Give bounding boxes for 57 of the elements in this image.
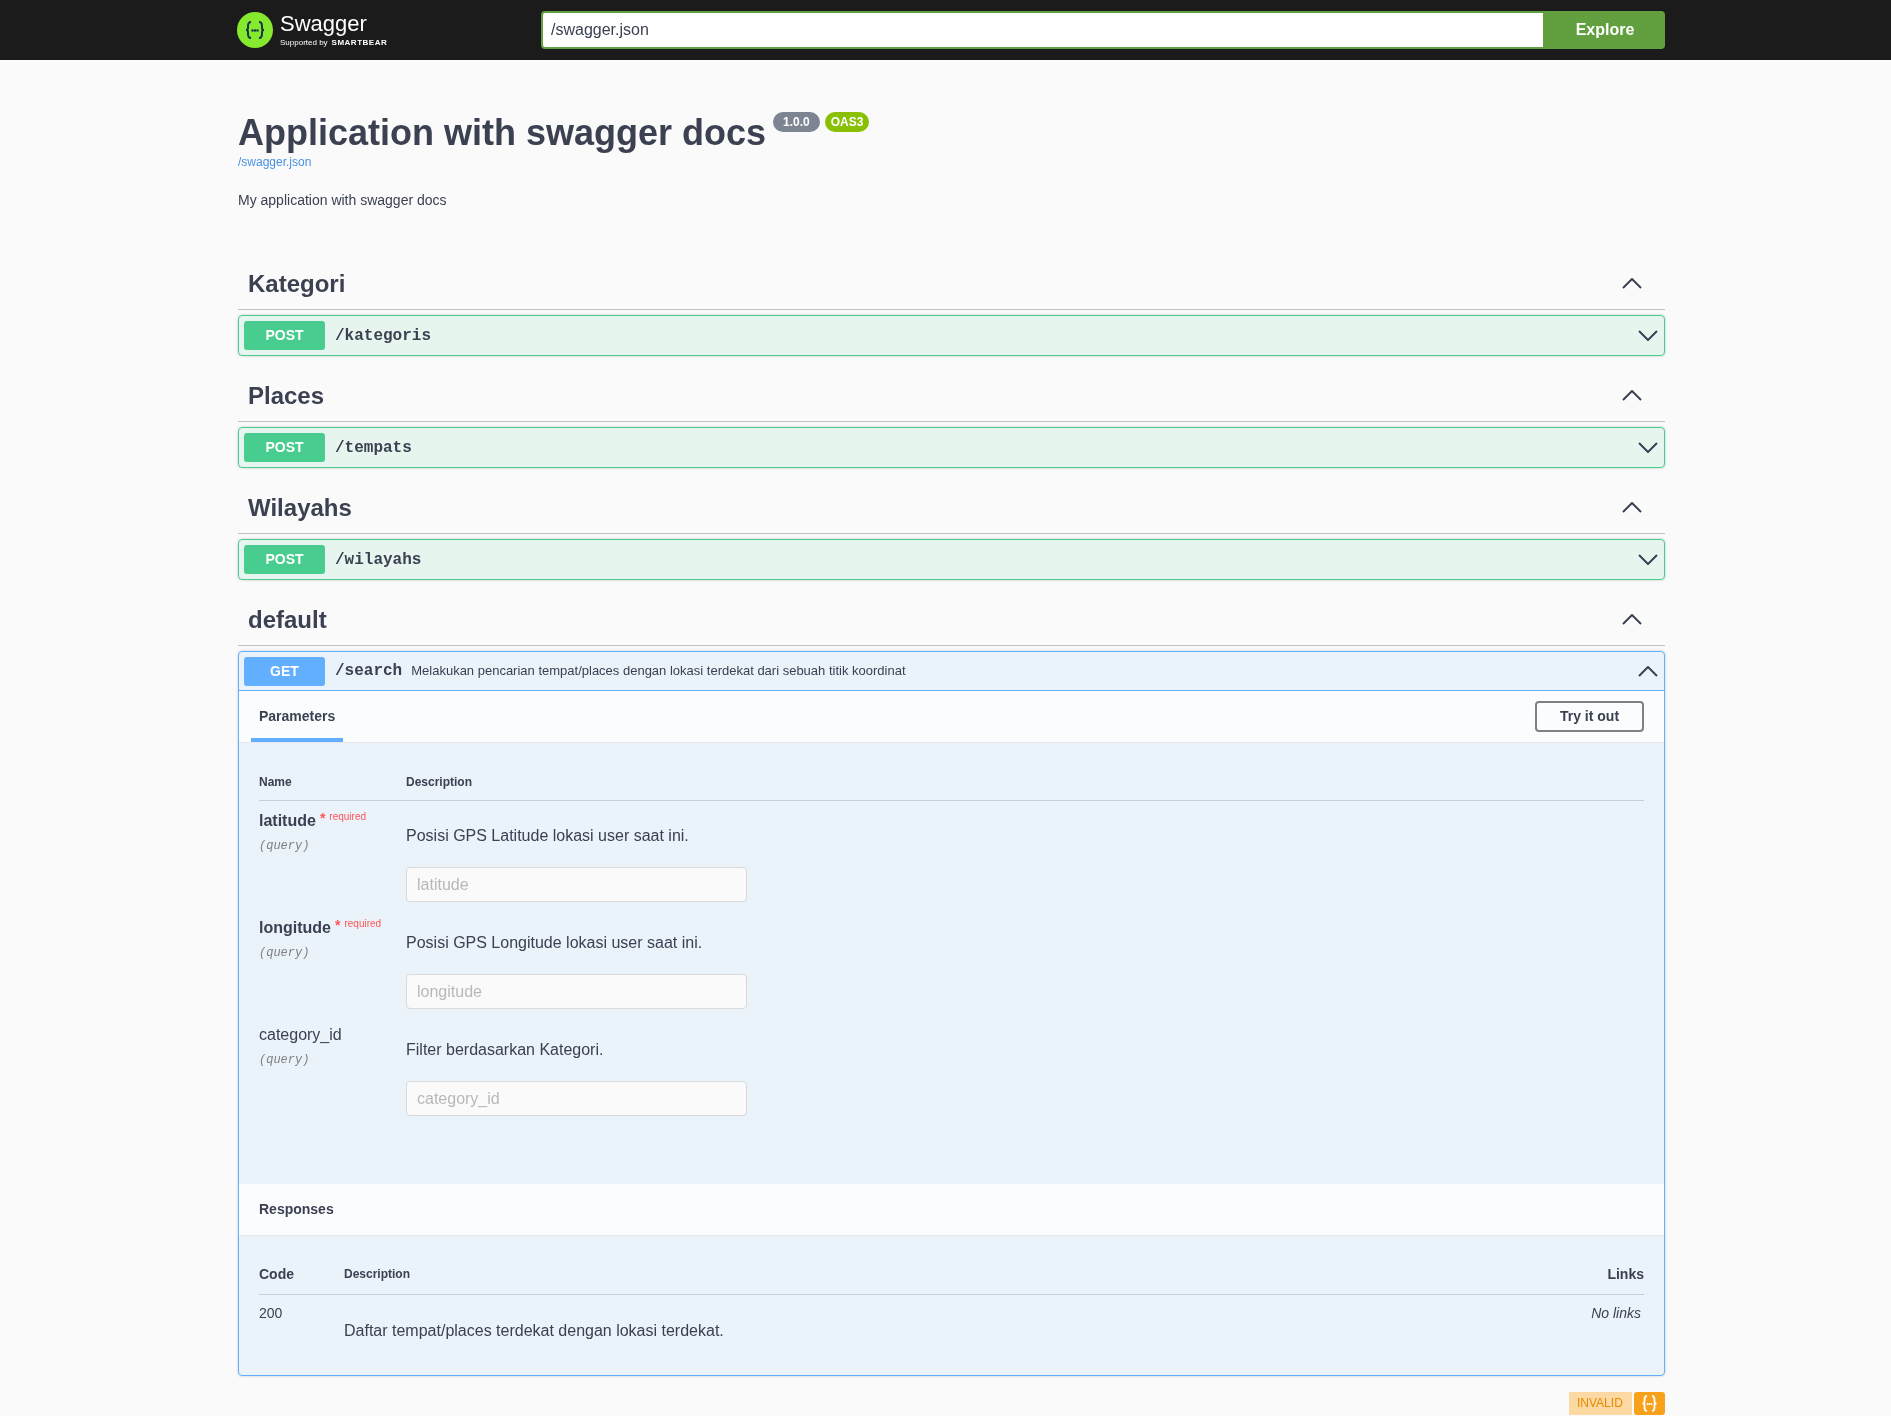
logo-brand: SMARTBEAR (331, 38, 388, 48)
responses-title: Responses (259, 1200, 334, 1219)
endpoint-path[interactable]: /search (335, 659, 403, 683)
chevron-down-icon[interactable] (1638, 554, 1658, 565)
column-header: Links (1607, 1264, 1644, 1284)
response-description: Daftar tempat/places terdekat dengan lokasi terdekat. (344, 1321, 724, 1341)
param-name: category_id (259, 1025, 342, 1045)
param-description: Posisi GPS Longitude lokasi user saat ini. (406, 933, 703, 953)
param-location: (query) (259, 945, 310, 961)
method-badge: POST (244, 321, 325, 350)
method-badge: POST (244, 433, 325, 462)
required-indicator: * (319, 811, 326, 825)
input-field[interactable]: longitude (406, 974, 747, 1009)
column-header: Name (259, 773, 293, 791)
chevron-up-icon[interactable] (1622, 614, 1642, 625)
response-code: 200 (259, 1305, 284, 1322)
param-location: (query) (259, 1052, 310, 1068)
column-header: Description (344, 1266, 410, 1283)
param-name: longitude (259, 918, 331, 938)
param-description: Filter berdasarkan Kategori. (406, 1040, 604, 1060)
column-header: Description (406, 773, 472, 791)
tag-title[interactable]: Places (248, 380, 325, 411)
method-badge: GET (244, 656, 325, 686)
endpoint-path[interactable]: /wilayahs (335, 547, 422, 572)
endpoint-path[interactable]: /kategoris (335, 323, 431, 348)
endpoint-path[interactable]: /tempats (335, 435, 412, 460)
chevron-up-icon[interactable] (1622, 278, 1642, 289)
column-header: Code (259, 1264, 295, 1284)
response-links: No links (1591, 1305, 1641, 1322)
logo-icon (237, 12, 273, 48)
required-label: required (344, 918, 382, 930)
param-name: latitude (259, 811, 316, 831)
try-it-out-button[interactable]: Try it out (1535, 701, 1644, 732)
url-field[interactable]: /swagger.json (541, 11, 1545, 49)
chevron-up-icon[interactable] (1622, 390, 1642, 401)
param-location: (query) (259, 838, 310, 854)
spec-badge: OAS3 (824, 112, 870, 132)
tag-title[interactable]: default (248, 604, 327, 635)
input-field[interactable]: category_id (406, 1081, 747, 1116)
parameters-tab[interactable]: Parameters (251, 691, 344, 742)
logo-tagline: Supported by (280, 38, 328, 48)
tag-title[interactable]: Kategori (248, 268, 346, 299)
param-description: Posisi GPS Latitude lokasi user saat ini. (406, 826, 689, 846)
method-badge: POST (244, 545, 325, 574)
chevron-down-icon[interactable] (1638, 442, 1658, 453)
chevron-down-icon[interactable] (1638, 330, 1658, 341)
api-title: Application with swagger docs (238, 111, 767, 155)
chevron-up-icon[interactable] (1622, 502, 1642, 513)
logo-text: Swagger (280, 12, 368, 36)
endpoint-summary: Melakukan pencarian tempat/places dengan lokasi terdekat dari sebuah titik koordinat (411, 662, 906, 681)
tag-title[interactable]: Wilayahs (248, 492, 352, 523)
api-description: My application with swagger docs (238, 192, 447, 209)
input-field[interactable]: latitude (406, 867, 747, 902)
chevron-up-icon[interactable] (1638, 665, 1658, 677)
required-label: required (329, 811, 367, 823)
version-badge: 1.0.0 (773, 112, 820, 132)
required-indicator: * (335, 918, 341, 932)
